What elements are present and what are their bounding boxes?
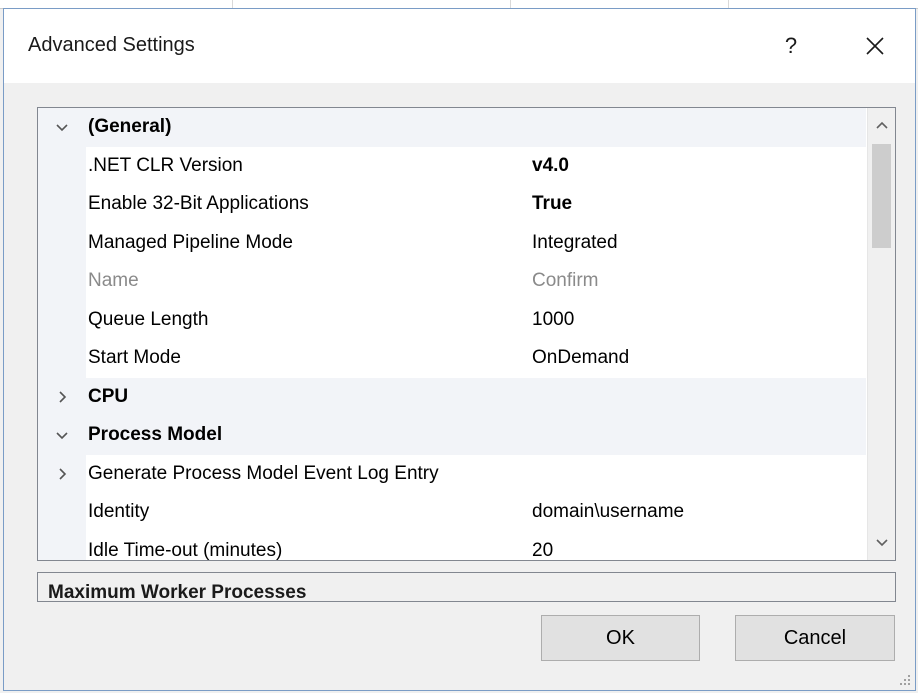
category-name: CPU <box>88 385 129 407</box>
property-name: Identity <box>88 501 150 523</box>
property-value[interactable]: Confirm <box>532 262 862 301</box>
chevron-right-icon <box>59 391 67 403</box>
category-name: (General) <box>88 116 172 138</box>
row-gutter[interactable] <box>38 377 86 416</box>
advanced-settings-dialog: Advanced Settings ? (General) .NET CLR Ve… <box>3 8 916 691</box>
chevron-down-icon <box>875 539 888 547</box>
property-value[interactable]: Integrated <box>532 224 862 263</box>
resize-grip-icon[interactable] <box>899 674 911 686</box>
row-gutter[interactable] <box>38 108 86 147</box>
row-gutter <box>38 223 86 262</box>
row-gutter[interactable] <box>38 416 86 455</box>
description-title: Maximum Worker Processes <box>48 582 307 602</box>
help-button[interactable]: ? <box>762 23 820 69</box>
description-panel: Maximum Worker Processes <box>37 572 896 602</box>
property-grid[interactable]: (General) .NET CLR Version v4.0 Enable 32-B… <box>37 107 896 561</box>
property-name: Start Mode <box>88 347 181 369</box>
row-gutter <box>38 185 86 224</box>
property-value[interactable] <box>532 455 862 494</box>
close-icon <box>866 37 884 55</box>
scroll-down-button[interactable] <box>868 526 895 560</box>
property-row[interactable]: Name Confirm <box>38 262 866 301</box>
category-row[interactable]: (General) <box>38 108 866 147</box>
cancel-button[interactable]: Cancel <box>735 615 895 661</box>
property-row[interactable]: Generate Process Model Event Log Entry <box>38 454 866 494</box>
property-name: Queue Length <box>88 308 209 330</box>
chevron-down-icon <box>56 124 68 132</box>
property-row[interactable]: Managed Pipeline Mode Integrated <box>38 223 866 263</box>
vertical-scrollbar[interactable] <box>867 108 895 560</box>
scrollbar-thumb[interactable] <box>872 144 891 248</box>
ok-button[interactable]: OK <box>541 615 700 661</box>
property-grid-rows: (General) .NET CLR Version v4.0 Enable 32-B… <box>38 108 866 561</box>
property-name: Generate Process Model Event Log Entry <box>88 462 439 484</box>
property-row[interactable]: Idle Time-out (minutes) 20 <box>38 531 866 561</box>
property-name: Name <box>88 270 139 292</box>
property-value[interactable]: 1000 <box>532 301 862 340</box>
row-gutter <box>38 146 86 185</box>
category-name: Process Model <box>88 424 223 446</box>
property-value[interactable]: OnDemand <box>532 339 862 378</box>
row-gutter <box>38 339 86 378</box>
property-value[interactable]: True <box>532 185 862 224</box>
title-bar: Advanced Settings ? <box>4 9 915 83</box>
property-value[interactable]: 20 <box>532 532 862 560</box>
row-gutter <box>38 493 86 532</box>
property-row[interactable]: .NET CLR Version v4.0 <box>38 146 866 186</box>
property-value[interactable]: v4.0 <box>532 147 862 186</box>
property-row[interactable]: Identity domain\username <box>38 493 866 532</box>
row-gutter <box>38 300 86 339</box>
property-name: Enable 32-Bit Applications <box>88 193 309 215</box>
row-gutter[interactable] <box>38 454 86 493</box>
property-name: .NET CLR Version <box>88 154 243 176</box>
category-row[interactable]: CPU <box>38 377 866 416</box>
chevron-down-icon <box>56 432 68 440</box>
property-row[interactable]: Start Mode OnDemand <box>38 339 866 378</box>
row-gutter <box>38 262 86 301</box>
close-button[interactable] <box>844 23 906 69</box>
property-name: Managed Pipeline Mode <box>88 231 293 253</box>
property-value[interactable]: domain\username <box>532 493 862 532</box>
dialog-title: Advanced Settings <box>28 34 195 56</box>
chevron-up-icon <box>875 121 888 129</box>
category-row[interactable]: Process Model <box>38 416 866 455</box>
chevron-right-icon <box>59 468 67 480</box>
property-row[interactable]: Enable 32-Bit Applications True <box>38 185 866 224</box>
row-gutter <box>38 531 86 560</box>
property-name: Idle Time-out (minutes) <box>88 539 283 561</box>
property-row[interactable]: Queue Length 1000 <box>38 300 866 340</box>
scroll-up-button[interactable] <box>868 108 895 142</box>
